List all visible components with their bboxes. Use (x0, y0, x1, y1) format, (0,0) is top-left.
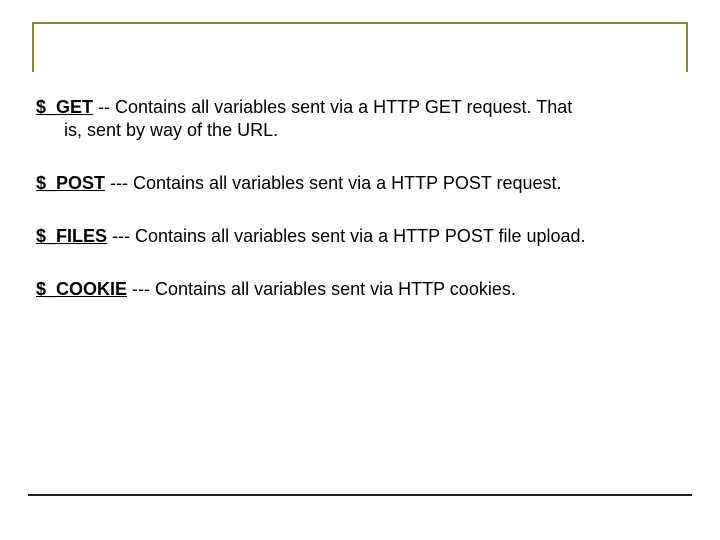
description-cont: is, sent by way of the URL. (36, 119, 684, 142)
description: Contains all variables sent via a HTTP G… (115, 97, 572, 117)
separator: --- (107, 226, 135, 246)
separator: --- (127, 279, 155, 299)
entry-post: $_POST --- Contains all variables sent v… (36, 172, 684, 195)
var-name: $_GET (36, 97, 93, 117)
body-content: $_GET -- Contains all variables sent via… (36, 96, 684, 331)
entry-files: $_FILES --- Contains all variables sent … (36, 225, 684, 248)
header-frame (32, 22, 688, 72)
entry-cookie: $_COOKIE --- Contains all variables sent… (36, 278, 684, 301)
description: Contains all variables sent via a HTTP P… (133, 173, 562, 193)
separator: -- (93, 97, 115, 117)
description: Contains all variables sent via HTTP coo… (155, 279, 516, 299)
footer-rule (28, 494, 692, 496)
separator: --- (105, 173, 133, 193)
entry-get: $_GET -- Contains all variables sent via… (36, 96, 684, 142)
slide: $_GET -- Contains all variables sent via… (0, 0, 720, 540)
var-name: $_FILES (36, 226, 107, 246)
var-name: $_COOKIE (36, 279, 127, 299)
var-name: $_POST (36, 173, 105, 193)
description: Contains all variables sent via a HTTP P… (135, 226, 586, 246)
